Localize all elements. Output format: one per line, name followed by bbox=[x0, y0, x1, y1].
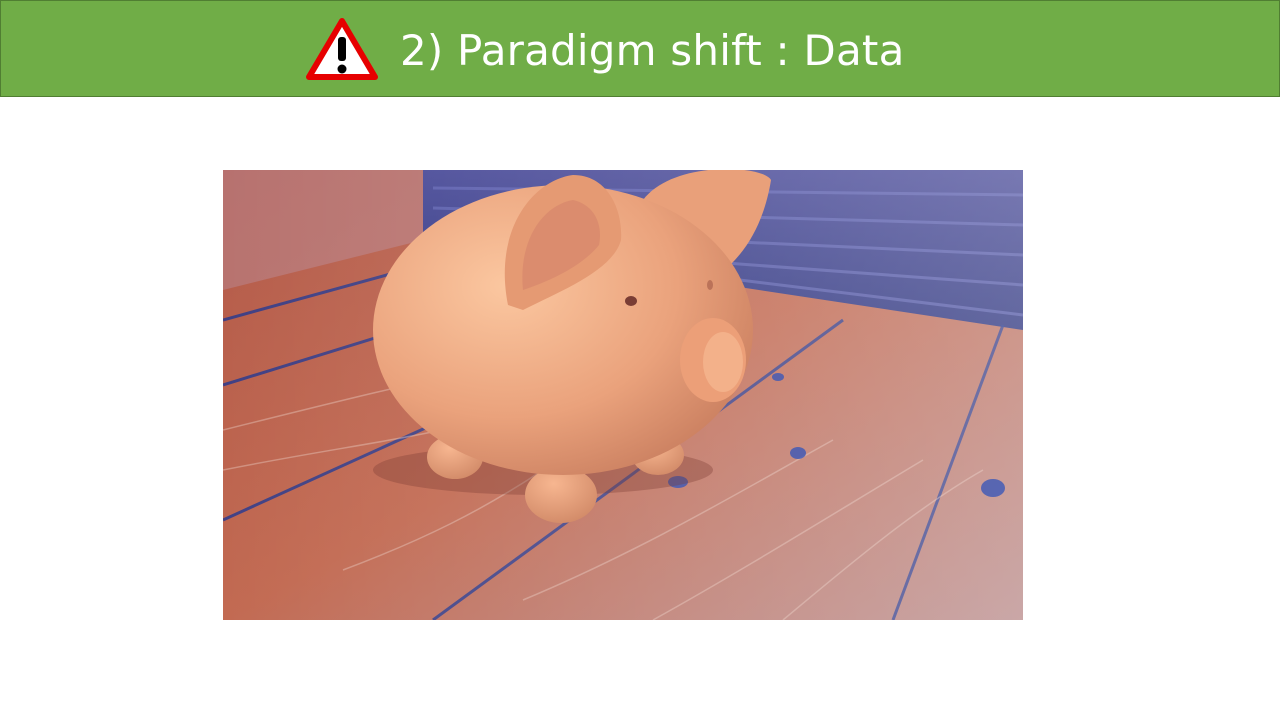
slide: 2) Paradigm shift : Data bbox=[0, 0, 1280, 720]
title-bar: 2) Paradigm shift : Data bbox=[0, 0, 1280, 97]
warning-icon bbox=[306, 18, 378, 80]
slide-title: 2) Paradigm shift : Data bbox=[400, 26, 905, 75]
piggy-bank-photo bbox=[223, 170, 1023, 620]
